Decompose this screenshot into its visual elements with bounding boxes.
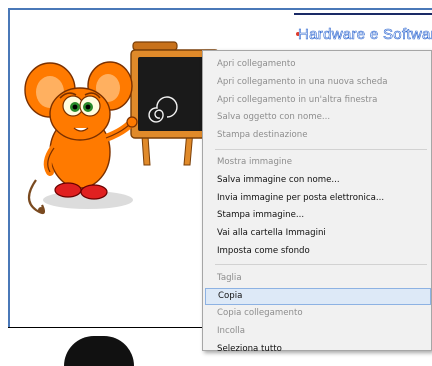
menu-item-seleziona-tutto[interactable]: Seleziona tutto — [205, 341, 431, 358]
menu-item-invia-immagine-per-posta-elettronica[interactable]: Invia immagine per posta elettronica... — [205, 190, 431, 207]
menu-separator — [215, 148, 427, 150]
mascot — [24, 61, 138, 215]
mascot-chalkboard-illustration[interactable] — [18, 40, 218, 220]
heading-bar — [294, 13, 432, 15]
menu-item-salva-oggetto-con-nome[interactable]: Salva oggetto con nome... — [205, 109, 431, 126]
menu-separator — [215, 264, 427, 266]
menu-item-apri-collegamento-in-una-nuova-scheda[interactable]: Apri collegamento in una nuova scheda — [205, 74, 431, 91]
menu-item-copia[interactable]: Copia — [205, 287, 431, 305]
menu-item-incolla[interactable]: Incolla — [205, 323, 431, 340]
menu-item-imposta-come-sfondo[interactable]: Imposta come sfondo — [205, 243, 431, 260]
menu-item-apri-collegamento-in-un-altra-finestra[interactable]: Apri collegamento in un'altra finestra — [205, 92, 431, 109]
nav-link-hardware-software[interactable]: Hardware e Software — [298, 26, 432, 44]
menu-item-taglia[interactable]: Taglia — [205, 270, 431, 287]
menu-item-stampa-immagine[interactable]: Stampa immagine... — [205, 207, 431, 224]
menu-item-vai-alla-cartella-immagini[interactable]: Vai alla cartella Immagini — [205, 225, 431, 242]
menu-item-copia-collegamento[interactable]: Copia collegamento — [205, 305, 431, 322]
context-menu: Apri collegamento Apri collegamento in un… — [202, 50, 432, 354]
menu-item-apri-collegamento[interactable]: Apri collegamento — [205, 56, 431, 73]
menu-item-stampa-destinazione[interactable]: Stampa destinazione — [205, 127, 431, 144]
frame-top-border — [8, 8, 432, 10]
frame-left-border — [8, 8, 10, 328]
menu-item-salva-immagine-con-nome[interactable]: Salva immagine con nome... — [205, 172, 431, 189]
bottom-image-fragment — [64, 336, 134, 366]
menu-item-mostra-immagine[interactable]: Mostra immagine — [205, 154, 431, 171]
